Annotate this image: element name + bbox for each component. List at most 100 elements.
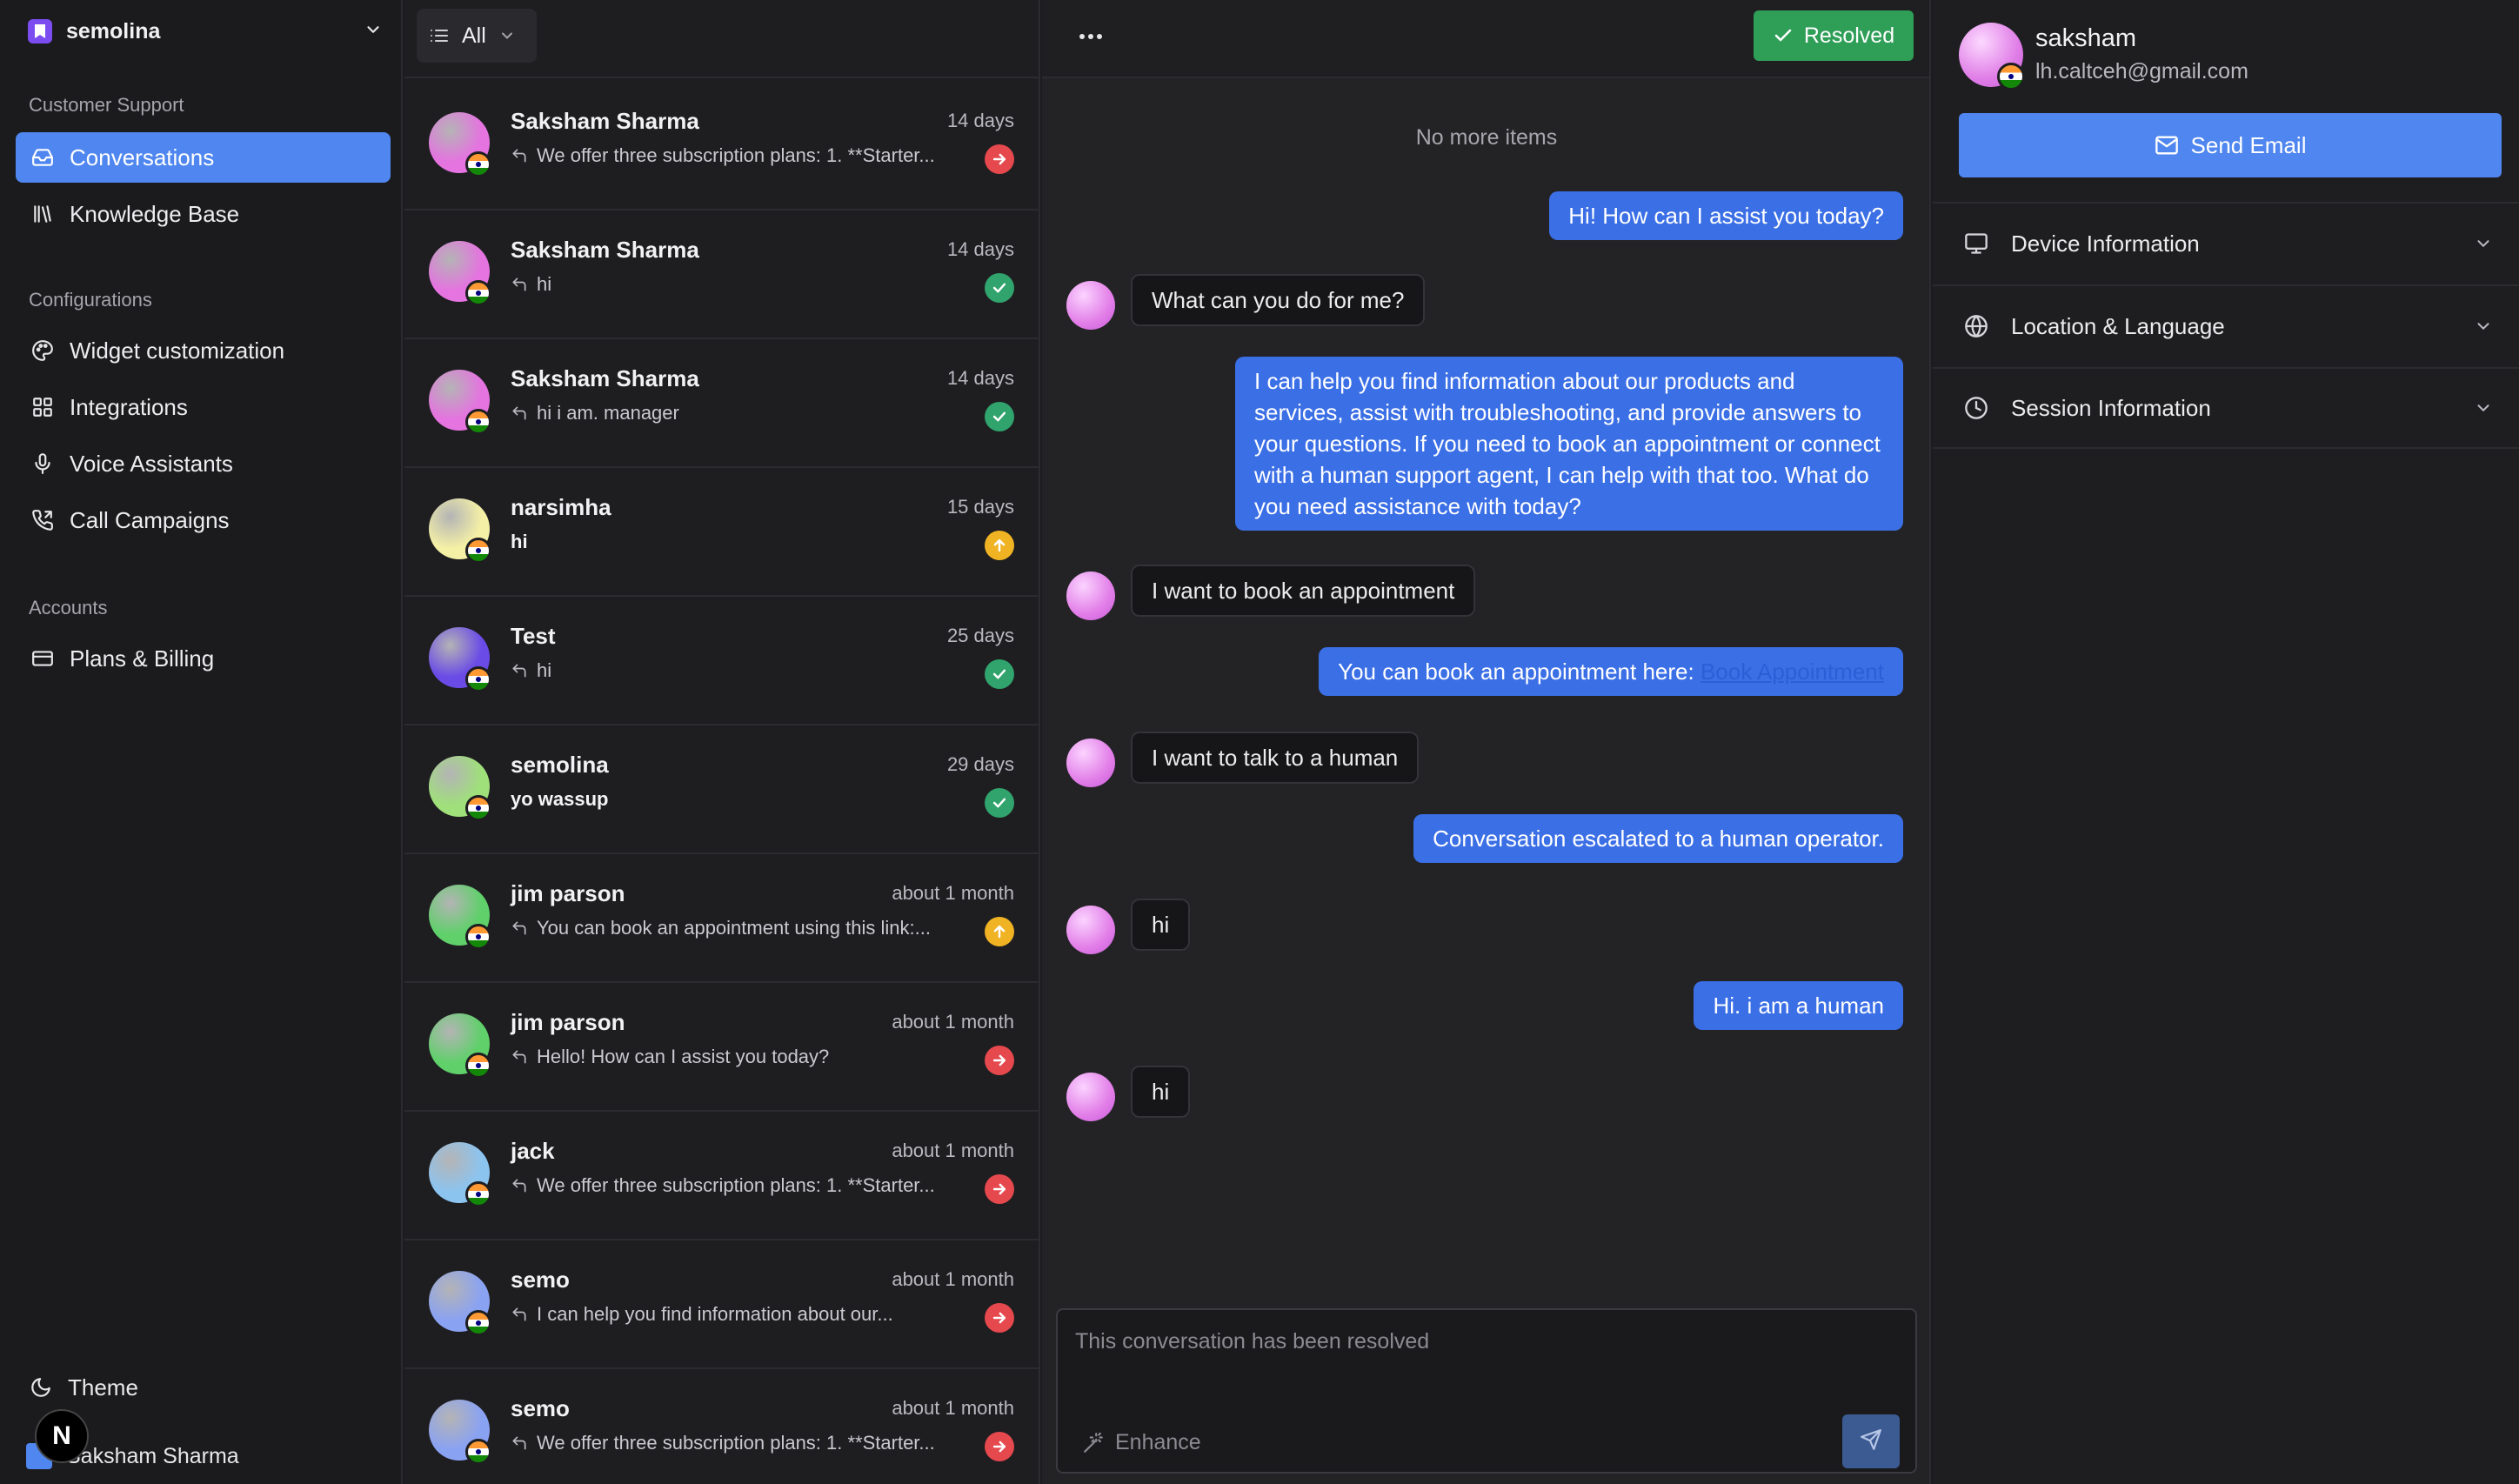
workspace-logo-icon (28, 19, 52, 43)
conversation-time: 15 days (946, 496, 1014, 518)
india-flag-icon (465, 1439, 491, 1465)
devtools-badge[interactable]: N (35, 1409, 89, 1463)
list-item[interactable]: jim parson about 1 month You can book an a… (404, 854, 1039, 983)
agent-message: I can help you find information about ou… (1235, 357, 1903, 531)
user-message: I want to talk to a human (1131, 732, 1420, 784)
sidebar-item-integrations[interactable]: Integrations (16, 382, 391, 432)
agent-message: You can book an appointment here: Book A… (1319, 647, 1903, 696)
conversation-name: narsimha (511, 494, 611, 520)
list-item[interactable]: narsimha 15 days hi (404, 468, 1039, 597)
chevron-down-icon (498, 27, 516, 44)
book-appointment-link[interactable]: Book Appointment (1700, 658, 1884, 685)
group-label-accounts: Accounts (29, 597, 108, 618)
conversation-list: All Saksham Sharma 14 days We offer three … (404, 0, 1040, 1484)
send-button[interactable] (1842, 1414, 1900, 1468)
india-flag-icon (465, 538, 491, 564)
user-message: I want to book an appointment (1131, 565, 1476, 617)
list-item[interactable]: Saksham Sharma 14 days hi i am. manager (404, 339, 1039, 468)
conversation-name: jim parson (511, 1009, 625, 1035)
list-item[interactable]: jim parson about 1 month Hello! How can I … (404, 983, 1039, 1112)
preview-text: You can book an appointment using this l… (537, 917, 931, 939)
arrow-right-icon (991, 150, 1008, 168)
sidebar: semolina Customer Support Conversations … (0, 0, 403, 1484)
reply-icon (511, 147, 528, 164)
reply-icon (511, 662, 528, 679)
status-badge (985, 402, 1014, 431)
more-options-button[interactable] (1072, 19, 1110, 54)
resolved-button[interactable]: Resolved (1754, 10, 1914, 61)
india-flag-icon (465, 1053, 491, 1079)
india-flag-icon (465, 795, 491, 821)
message-composer: Enhance (1056, 1308, 1917, 1474)
conversation-time: about 1 month (892, 882, 1014, 904)
message-input[interactable] (1075, 1329, 1893, 1381)
agent-message: Conversation escalated to a human operat… (1413, 814, 1903, 863)
status-badge (985, 659, 1014, 689)
sidebar-item-call-campaigns[interactable]: Call Campaigns (16, 495, 391, 545)
workspace-switcher[interactable]: semolina (28, 16, 383, 47)
check-icon (991, 408, 1008, 425)
india-flag-icon (465, 280, 491, 306)
reply-icon (511, 276, 528, 293)
theme-toggle[interactable]: Theme (16, 1364, 391, 1411)
list-item[interactable]: Test 25 days hi (404, 597, 1039, 725)
no-more-items: No more items (1415, 125, 1558, 150)
enhance-button[interactable]: Enhance (1082, 1430, 1201, 1455)
mail-icon (2155, 133, 2179, 157)
globe-icon (1964, 314, 1988, 338)
list-item[interactable]: Saksham Sharma 14 days hi (404, 211, 1039, 339)
chat-panel: Resolved No more items Hi! How can I ass… (1042, 0, 1931, 1484)
avatar (1066, 906, 1115, 954)
sidebar-item-conversations[interactable]: Conversations (16, 132, 391, 183)
sidebar-item-knowledge-base[interactable]: Knowledge Base (16, 189, 391, 239)
sidebar-item-label: Call Campaigns (70, 506, 230, 533)
list-item[interactable]: semo about 1 month I can help you find inf… (404, 1240, 1039, 1369)
section-label: Session Information (2011, 394, 2211, 421)
send-email-label: Send Email (2190, 131, 2307, 158)
conversation-name: Test (511, 623, 556, 649)
message-text: You can book an appointment here: (1338, 658, 1700, 685)
chevron-down-icon (2474, 398, 2493, 418)
preview-text: We offer three subscription plans: 1. **… (537, 1174, 935, 1196)
conversation-preview: You can book an appointment using this l… (511, 917, 945, 939)
sidebar-item-widget-customization[interactable]: Widget customization (16, 325, 391, 376)
sidebar-item-label: Widget customization (70, 337, 285, 364)
user-message: hi (1131, 1066, 1191, 1118)
india-flag-icon (465, 1310, 491, 1336)
conversation-name: semo (511, 1267, 570, 1293)
chat-header: Resolved (1042, 0, 1929, 78)
check-icon (991, 665, 1008, 683)
status-badge (985, 531, 1014, 560)
workspace-name: semolina (66, 18, 161, 43)
reply-icon (511, 1048, 528, 1066)
arrow-up-icon (991, 923, 1008, 940)
conversation-preview: hi (511, 659, 945, 682)
filter-dropdown[interactable]: All (417, 9, 537, 63)
list-item[interactable]: jack about 1 month We offer three subscrip… (404, 1112, 1039, 1240)
list-item[interactable]: semolina 29 days yo wassup (404, 725, 1039, 854)
list-item[interactable]: semo about 1 month We offer three subscrip… (404, 1369, 1039, 1484)
avatar (1066, 739, 1115, 787)
send-email-button[interactable]: Send Email (1959, 113, 2502, 177)
section-label: Device Information (2011, 230, 2200, 257)
user-message: What can you do for me? (1131, 274, 1426, 326)
list-item[interactable]: Saksham Sharma 14 days We offer three subs… (404, 82, 1039, 211)
preview-text: hi (511, 531, 528, 552)
conversation-time: 14 days (946, 367, 1014, 389)
contact-email: lh.caltceh@gmail.com (2035, 59, 2248, 84)
send-icon (1860, 1428, 1882, 1455)
sidebar-item-plans-billing[interactable]: Plans & Billing (16, 633, 391, 684)
section-label: Location & Language (2011, 312, 2225, 339)
conversation-preview: hi i am. manager (511, 402, 945, 424)
section-session-information[interactable]: Session Information (1933, 367, 2519, 449)
conversation-name: semolina (511, 752, 609, 778)
list-header: All (404, 0, 1039, 78)
sidebar-item-voice-assistants[interactable]: Voice Assistants (16, 438, 391, 489)
conversation-preview: We offer three subscription plans: 1. **… (511, 1432, 945, 1454)
conversation-name: jack (511, 1138, 555, 1164)
status-badge (985, 1046, 1014, 1075)
library-icon (30, 201, 56, 227)
section-location-language[interactable]: Location & Language (1933, 284, 2519, 366)
section-device-information[interactable]: Device Information (1933, 202, 2519, 284)
chevron-down-icon (364, 20, 383, 43)
